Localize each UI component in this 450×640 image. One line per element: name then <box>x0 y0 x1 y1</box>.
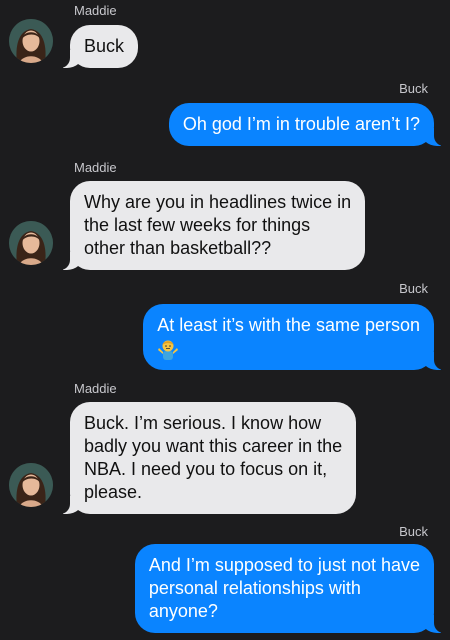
avatar-photo <box>9 19 53 63</box>
message-text: the last few weeks for things <box>84 215 311 235</box>
avatar-photo <box>9 221 53 265</box>
message-text: please. <box>84 482 143 502</box>
sender-name: Maddie <box>74 381 117 396</box>
message-text: And I’m supposed to just not have <box>148 555 420 575</box>
person-shrugging-emoji <box>158 340 179 361</box>
message-bubble-incoming[interactable]: Buck. I’m serious. I know how badly you … <box>59 402 357 514</box>
message-bubble-incoming[interactable]: Buck <box>59 25 139 68</box>
message-text: other than basketball?? <box>84 238 272 258</box>
avatar-photo <box>9 463 53 507</box>
message-text: Buck. I’m serious. I know how <box>84 413 322 433</box>
message-bubble-outgoing[interactable]: At least it’s with the same person <box>143 304 444 371</box>
message-bubble-incoming[interactable]: Why are you in headlines twice in the la… <box>59 181 366 270</box>
sender-name: Buck <box>399 281 428 296</box>
message-text: Why are you in headlines twice in <box>84 192 352 212</box>
avatar-maddie[interactable] <box>9 19 53 63</box>
sender-name: Buck <box>399 524 428 539</box>
sender-name: Buck <box>399 81 428 96</box>
message-text: badly you want this career in the <box>84 436 343 456</box>
avatar-maddie[interactable] <box>9 463 53 507</box>
sender-name: Maddie <box>74 3 117 18</box>
message-text: anyone? <box>148 601 218 621</box>
message-bubble-outgoing[interactable]: And I’m supposed to just not have person… <box>134 544 445 633</box>
message-text: At least it’s with the same person <box>157 315 420 335</box>
avatar-maddie[interactable] <box>9 221 53 265</box>
message-text: personal relationships with <box>148 578 361 598</box>
message-text: Oh god I’m in trouble aren’t I? <box>182 114 420 134</box>
message-text: NBA. I need you to focus on it, <box>84 459 328 479</box>
message-text: Buck <box>84 36 125 56</box>
message-bubble-outgoing[interactable]: Oh god I’m in trouble aren’t I? <box>168 103 445 146</box>
sender-name: Maddie <box>74 160 117 175</box>
